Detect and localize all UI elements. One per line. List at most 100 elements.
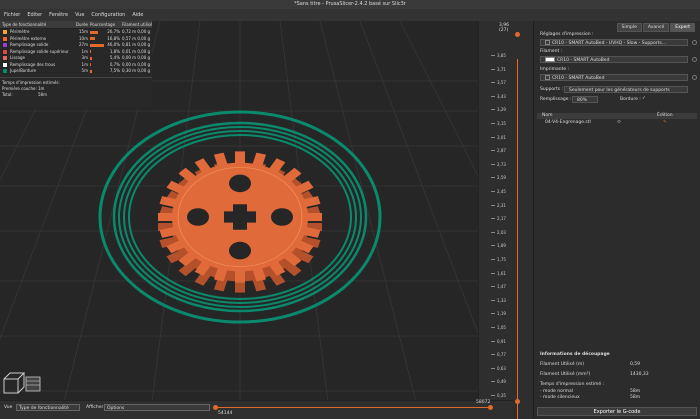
object-settings-icon[interactable]: ⚙: [617, 120, 621, 126]
legend-percent-bar: [90, 43, 104, 47]
ruler-tick-mark: [491, 245, 495, 247]
print-settings-edit-icon[interactable]: [692, 40, 697, 45]
object-row[interactable]: 04-V4-Engrenage.stl ⚙ ✎: [537, 120, 697, 126]
layer-ruler[interactable]: 3,96 (27) 3,85 3,71 3,57 3,43 3,29 3,15 3,01 2,8…: [478, 21, 534, 419]
ruler-tick-mark: [491, 163, 495, 165]
filament-label: Filament :: [540, 49, 563, 54]
legend-feature: Jupe/Bordure: [0, 68, 70, 75]
cube-view-icon[interactable]: [3, 372, 41, 394]
legend-col-time: Durée: [75, 22, 88, 27]
window-title: *Sans titre - PrusaSlicer-2.4.2 basé sur…: [0, 0, 700, 9]
ruler-tick-mark: [491, 55, 495, 56]
menu-vue[interactable]: Vue: [75, 12, 84, 18]
object-list-header: Nom Édition: [537, 113, 697, 119]
ruler-tick-mark: [491, 82, 495, 84]
legend-percent-bar: [90, 37, 95, 41]
ruler-tick-label: 1,61: [497, 270, 506, 276]
view-type-select[interactable]: Type de fonctionnalité: [16, 404, 80, 411]
ruler-tick-label: 2,59: [497, 175, 506, 181]
object-edit-icon[interactable]: ✎: [663, 120, 667, 126]
tab-simple[interactable]: Simple: [616, 23, 642, 32]
ruler-tick-label: 0,63: [497, 365, 506, 371]
legend-color-swatch: [2, 35, 8, 42]
moves-left-value: 54144: [218, 411, 233, 416]
tab-expert[interactable]: Expert: [670, 23, 695, 32]
time-row-normal: - mode normal 58m: [540, 389, 641, 394]
legend-color-swatch: [2, 61, 8, 68]
supports-label: Supports :: [540, 87, 564, 92]
ruler-tick-mark: [491, 259, 495, 260]
total-label: Total:: [2, 91, 13, 97]
ruler-tick-label: 3,43: [497, 93, 506, 99]
legend-panel: Type de fonctionnalité Durée Pourcentage…: [0, 21, 152, 108]
filament-edit-icon[interactable]: [692, 57, 697, 62]
print-settings-select[interactable]: CR10 - SMART AutoBed - UVHQ - Slow - Sup…: [540, 39, 688, 46]
menu-fenetre[interactable]: Fenêtre: [49, 12, 68, 18]
legend-row: Jupe/Bordure 5m 7,5% 0,30 m 0,00 g: [0, 68, 152, 75]
filament-color-icon: [545, 57, 555, 62]
ruler-tick-mark: [491, 177, 495, 179]
legend-col-feature: Type de fonctionnalité: [2, 22, 47, 27]
menu-editer[interactable]: Editer: [27, 12, 42, 18]
export-gcode-button[interactable]: Exporter le G-code: [537, 407, 697, 416]
ruler-tick-mark: [491, 327, 495, 328]
ruler-tick-mark: [491, 191, 495, 192]
ruler-tick-label: 0,77: [497, 352, 506, 358]
ruler-tick-label: 2,87: [497, 148, 506, 154]
ruler-tick-label: 1,47: [497, 284, 506, 290]
legend-time: 5m: [81, 68, 88, 73]
printer-edit-icon[interactable]: [692, 75, 697, 80]
print-settings-label: Réglages d'impression :: [540, 32, 594, 37]
menu-aide[interactable]: Aide: [132, 12, 143, 18]
ruler-tick-label: 3,71: [497, 66, 506, 72]
ruler-tick-label: 2,17: [497, 216, 506, 222]
legend-col-percent: Pourcentage: [90, 22, 116, 27]
ruler-tick-mark: [491, 395, 495, 396]
ruler-tick-mark: [491, 381, 495, 383]
legend-feature-label: Jupe/Bordure: [10, 68, 36, 73]
ruler-tick-mark: [491, 68, 495, 70]
tab-avance[interactable]: Avancé: [642, 23, 670, 32]
total-row: Total: 58m: [2, 92, 152, 98]
menu-configuration[interactable]: Configuration: [91, 12, 125, 18]
ruler-tick-mark: [491, 286, 495, 288]
ruler-tick-label: 1,33: [497, 297, 506, 303]
ruler-tick-mark: [491, 313, 495, 315]
ruler-tick-label: 2,45: [497, 189, 506, 194]
object-edit-header: Édition: [657, 113, 673, 118]
supports-select[interactable]: Seulement pour les générateurs de suppor…: [564, 86, 688, 93]
legend-percent-value: 7,5%: [109, 68, 120, 73]
ruler-tick-label: 2,73: [497, 161, 506, 167]
menu-fichier[interactable]: Fichier: [4, 12, 20, 18]
moves-slider[interactable]: [215, 407, 492, 408]
ruler-tick-label: 2,03: [497, 229, 506, 235]
ruler-tick-label: 1,75: [497, 257, 506, 262]
options-select[interactable]: Options: [104, 404, 210, 411]
brim-checkbox[interactable]: ✓: [642, 96, 646, 101]
filament-select[interactable]: CR10 - SMART AutoBed: [540, 56, 688, 63]
moves-slider-left-knob[interactable]: [213, 405, 218, 410]
moves-slider-right-knob[interactable]: [488, 405, 493, 410]
ruler-track[interactable]: [517, 59, 518, 419]
ruler-tick-mark: [491, 218, 495, 220]
ruler-top-label: 3,96 (27): [499, 23, 510, 33]
print-settings-icon: [545, 40, 550, 45]
legend-col-filament: Filament utilisé: [122, 22, 152, 27]
ruler-tick-label: 1,19: [497, 311, 506, 317]
infill-select[interactable]: 80%: [572, 96, 598, 103]
legend-percent: 7,5%: [90, 68, 122, 75]
object-name[interactable]: 04-V4-Engrenage.stl: [545, 120, 591, 126]
show-label: Afficher: [86, 405, 104, 410]
ruler-tick-mark: [491, 204, 495, 206]
gear-model[interactable]: [158, 151, 322, 293]
legend-percent-bar: [90, 63, 91, 67]
legend-filament: 0,30 m 0,00 g: [122, 68, 151, 73]
legend-separator: [0, 76, 152, 78]
legend-color-swatch: [2, 48, 8, 55]
ruler-tick-label: 3,15: [497, 121, 506, 126]
ruler-top-knob[interactable]: [515, 32, 520, 37]
ruler-tick-mark: [491, 231, 495, 233]
ruler-bottom-knob[interactable]: [515, 399, 520, 404]
printer-select[interactable]: CR10 - SMART AutoBed: [540, 74, 688, 81]
printer-label: Imprimante :: [540, 67, 570, 72]
